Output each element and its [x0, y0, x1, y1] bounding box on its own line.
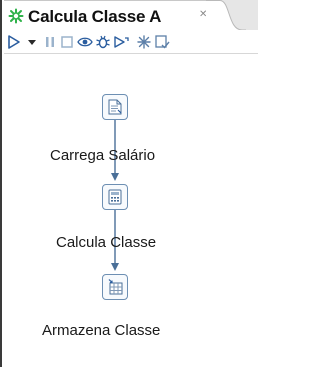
dropdown-arrow-icon[interactable] [24, 34, 40, 50]
step-node-armazena-classe[interactable] [102, 274, 128, 300]
tab-edge [206, 0, 246, 31]
stop-icon[interactable] [59, 34, 75, 50]
editor-tab[interactable]: Calcula Classe A ✕ [4, 0, 222, 30]
job-editor-panel: Calcula Classe A ✕ Carrega Salário Calcu… [0, 0, 258, 367]
pause-icon[interactable] [42, 34, 58, 50]
preview-icon[interactable] [77, 34, 93, 50]
step-label: Carrega Salário [50, 147, 156, 164]
job-toolbar [4, 30, 258, 54]
step-label: Armazena Classe [42, 322, 161, 339]
job-canvas[interactable]: Carrega Salário Calcula Classe Armazena … [4, 54, 258, 367]
check-icon[interactable] [154, 34, 170, 50]
debug-icon[interactable] [95, 34, 111, 50]
table-output-icon [108, 279, 123, 295]
step-node-calcula-classe[interactable] [102, 184, 128, 210]
impact-analysis-icon[interactable] [136, 34, 152, 50]
job-icon [8, 8, 24, 24]
tab-title: Calcula Classe A [28, 7, 162, 26]
step-label: Calcula Classe [56, 234, 157, 251]
editor-tab-strip: Calcula Classe A ✕ [4, 0, 258, 31]
hop-connectors [111, 120, 119, 271]
calculator-icon [108, 189, 122, 205]
text-file-input-icon [108, 99, 122, 115]
step-node-carrega-salario[interactable] [102, 94, 128, 120]
replay-icon[interactable] [113, 34, 129, 50]
run-icon[interactable] [6, 34, 22, 50]
